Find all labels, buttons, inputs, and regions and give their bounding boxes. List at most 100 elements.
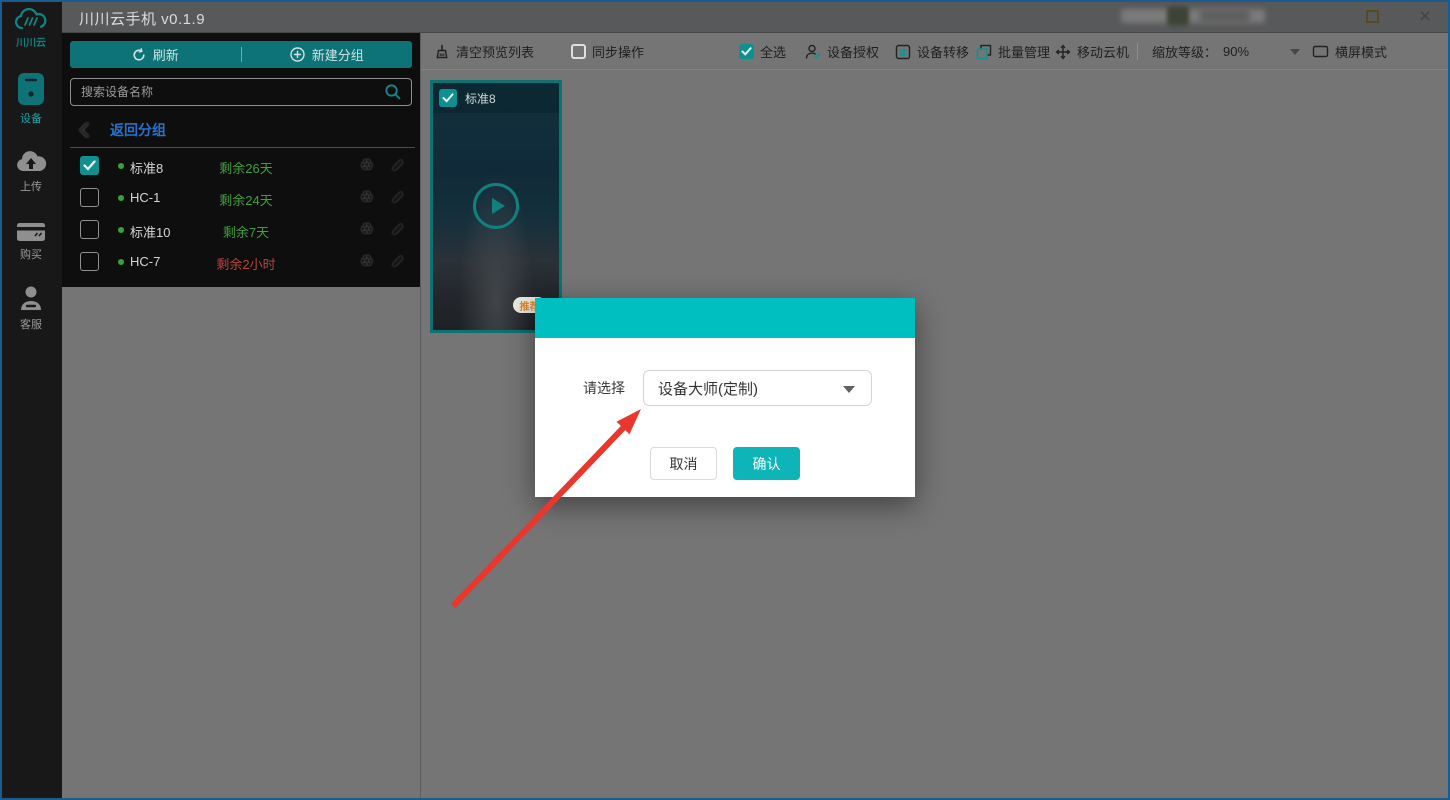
blurred-watermark xyxy=(1200,9,1250,23)
edit-device-icon[interactable] xyxy=(390,189,406,205)
edit-device-icon[interactable] xyxy=(390,157,406,173)
logo-text: 川川云 xyxy=(16,34,46,49)
play-button[interactable] xyxy=(473,183,519,229)
device-row[interactable]: HC-1 剩余24天 ♻ xyxy=(62,182,420,214)
device-name: 标准8 xyxy=(130,158,163,177)
cloud-logo-icon xyxy=(13,7,49,33)
check-icon xyxy=(83,160,96,171)
preview-card-header: 标准8 xyxy=(433,83,559,113)
play-icon xyxy=(492,198,505,214)
maximize-icon xyxy=(1366,10,1379,23)
sidebar-item-buy[interactable]: 购买 xyxy=(0,222,62,262)
reset-device-icon[interactable]: ♻ xyxy=(360,253,373,271)
landscape-mode-toggle[interactable]: 横屏模式 xyxy=(1312,33,1387,70)
upload-icon xyxy=(15,150,47,174)
sync-operation-label: 同步操作 xyxy=(592,42,644,61)
close-button[interactable]: × xyxy=(1410,0,1440,33)
window-title: 川川云手机 v0.1.9 xyxy=(79,8,205,29)
online-dot xyxy=(118,227,124,233)
device-checkbox[interactable] xyxy=(80,252,99,271)
device-icon xyxy=(17,72,45,106)
zoom-level-control[interactable]: 缩放等级：90% xyxy=(1152,33,1249,70)
confirm-button[interactable]: 确认 xyxy=(733,447,800,480)
checkbox-unchecked-icon[interactable] xyxy=(571,44,586,59)
back-label: 返回分组 xyxy=(110,120,166,140)
device-remaining: 剩余24天 xyxy=(190,190,302,209)
edit-device-icon[interactable] xyxy=(390,253,406,269)
sync-operation-toggle[interactable]: 同步操作 xyxy=(571,33,644,70)
sidebar-item-support[interactable]: 客服 xyxy=(0,286,62,332)
selected-option: 设备大师(定制) xyxy=(658,378,758,399)
batch-manage-button[interactable]: 批量管理 xyxy=(976,33,1050,70)
move-cloud-label: 移动云机 xyxy=(1077,42,1129,61)
cancel-button[interactable]: 取消 xyxy=(650,447,717,480)
sidebar-item-upload[interactable]: 上传 xyxy=(0,150,62,194)
refresh-label: 刷新 xyxy=(153,45,179,64)
device-auth-label: 设备授权 xyxy=(827,42,879,61)
customer-service-icon xyxy=(18,286,44,312)
zoom-level-value: 90% xyxy=(1223,44,1249,59)
clear-preview-button[interactable]: 清空预览列表 xyxy=(434,33,534,70)
app-select-dropdown[interactable]: 设备大师(定制) xyxy=(643,370,872,406)
blurred-watermark xyxy=(1167,6,1189,26)
move-cloud-button[interactable]: 移动云机 xyxy=(1055,33,1129,70)
online-dot xyxy=(118,163,124,169)
panel-action-bar: 刷新 新建分组 xyxy=(70,41,412,68)
refresh-button[interactable]: 刷新 xyxy=(70,41,241,68)
device-row[interactable]: 标准10 剩余7天 ♻ xyxy=(62,214,420,246)
refresh-icon xyxy=(132,48,146,62)
move-icon xyxy=(1055,44,1071,60)
new-group-button[interactable]: 新建分组 xyxy=(242,41,413,68)
device-row[interactable]: 标准8 剩余26天 ♻ xyxy=(62,150,420,182)
device-row[interactable]: HC-7 剩余2小时 ♻ xyxy=(62,246,420,278)
reset-device-icon[interactable]: ♻ xyxy=(360,157,373,175)
credit-card-icon xyxy=(16,222,46,242)
online-dot xyxy=(118,259,124,265)
landscape-icon xyxy=(1312,44,1329,59)
batch-manage-label: 批量管理 xyxy=(998,42,1050,61)
clear-preview-label: 清空预览列表 xyxy=(456,42,534,61)
device-rows: 标准8 剩余26天 ♻ HC-1 剩余24天 ♻ 标准10 剩余7天 ♻ xyxy=(62,150,420,278)
toolbar-separator xyxy=(1137,43,1138,60)
select-all-toggle[interactable]: 全选 xyxy=(739,33,786,70)
device-transfer-button[interactable]: 设备转移 xyxy=(895,33,969,70)
device-list-panel: 刷新 新建分组 返回分组 xyxy=(62,33,420,800)
device-preview-card[interactable]: 标准8 推荐 xyxy=(430,80,562,333)
list-divider xyxy=(70,147,415,148)
sidebar-item-label: 上传 xyxy=(20,178,42,194)
zoom-dropdown-caret-icon[interactable] xyxy=(1290,49,1300,55)
device-checkbox[interactable] xyxy=(80,220,99,239)
device-name: HC-7 xyxy=(130,254,160,269)
reset-device-icon[interactable]: ♻ xyxy=(360,189,373,207)
maximize-button[interactable] xyxy=(1357,0,1387,33)
select-dialog: 请选择 设备大师(定制) 取消 确认 xyxy=(535,298,915,497)
transfer-icon xyxy=(895,44,911,60)
device-transfer-label: 设备转移 xyxy=(917,42,969,61)
select-all-label: 全选 xyxy=(760,42,786,61)
broom-icon xyxy=(434,44,450,60)
search-icon[interactable] xyxy=(384,83,402,101)
app-logo: 川川云 xyxy=(0,7,62,49)
check-icon xyxy=(442,93,454,103)
select-prompt-label: 请选择 xyxy=(583,378,625,398)
edit-device-icon[interactable] xyxy=(390,221,406,237)
title-bar: 川川云手机 v0.1.9 × xyxy=(62,0,1450,33)
device-auth-button[interactable]: 设备授权 xyxy=(805,33,879,70)
preview-checkbox-checked[interactable] xyxy=(439,89,457,107)
reset-device-icon[interactable]: ♻ xyxy=(360,221,373,239)
device-remaining: 剩余7天 xyxy=(190,222,302,241)
checkbox-checked-icon[interactable] xyxy=(739,44,754,59)
preview-device-name: 标准8 xyxy=(465,90,496,107)
back-to-groups[interactable]: 返回分组 xyxy=(62,116,420,144)
device-name: 标准10 xyxy=(130,222,170,241)
search-input[interactable] xyxy=(71,85,384,99)
dropdown-caret-icon xyxy=(843,386,855,393)
user-check-icon xyxy=(805,44,821,60)
new-group-label: 新建分组 xyxy=(312,45,364,64)
device-remaining: 剩余26天 xyxy=(190,158,302,177)
device-checkbox-checked[interactable] xyxy=(80,156,99,175)
device-checkbox[interactable] xyxy=(80,188,99,207)
sidebar-item-devices[interactable]: 设备 xyxy=(0,72,62,126)
sidebar-item-label: 客服 xyxy=(20,316,42,332)
landscape-mode-label: 横屏模式 xyxy=(1335,42,1387,61)
